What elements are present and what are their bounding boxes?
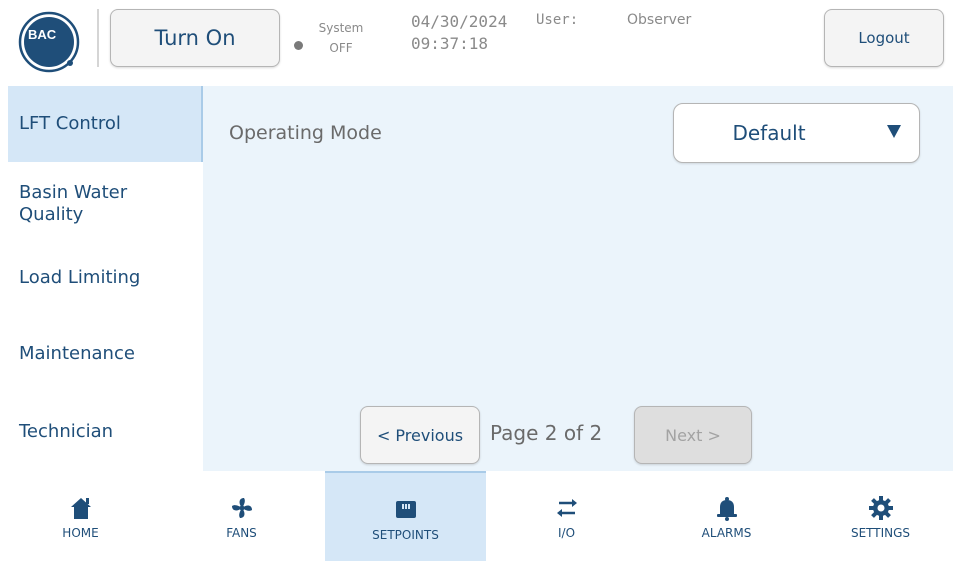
user-label: User: xyxy=(536,12,579,28)
previous-page-button[interactable]: < Previous xyxy=(360,406,480,464)
turn-on-label: Turn On xyxy=(154,26,236,50)
operating-mode-label: Operating Mode xyxy=(229,122,382,144)
next-page-button[interactable]: Next > xyxy=(634,406,752,464)
dropdown-arrow-icon xyxy=(887,125,901,138)
sidebar-item-lft-control[interactable]: LFT Control xyxy=(8,86,203,162)
user-value: Observer xyxy=(627,12,692,28)
logo-text: BAC xyxy=(28,27,57,42)
nav-fans[interactable]: FANS xyxy=(161,471,322,561)
bac-logo: BAC xyxy=(18,11,80,73)
setpoints-icon xyxy=(325,497,486,523)
sidebar-item-basin-water-quality[interactable]: Basin Water Quality xyxy=(8,166,158,242)
gear-icon xyxy=(800,495,953,521)
nav-label: SETTINGS xyxy=(850,526,911,540)
next-label: Next > xyxy=(665,425,721,445)
operating-mode-dropdown[interactable]: Default xyxy=(673,103,920,163)
system-state: OFF xyxy=(329,41,353,55)
setpoints-sidebar: LFT Control Basin Water Quality Load Lim… xyxy=(0,86,203,471)
nav-label: FANS xyxy=(226,526,257,540)
logo-divider xyxy=(97,9,99,67)
nav-home[interactable]: HOME xyxy=(0,471,161,561)
bell-icon xyxy=(646,495,807,521)
top-bar: BAC Turn On System OFF 04/30/2024 09:37:… xyxy=(0,0,953,82)
sidebar-item-label: Basin Water Quality xyxy=(19,182,128,225)
nav-label: HOME xyxy=(62,526,99,540)
system-status-indicator xyxy=(294,41,303,50)
bottom-navigation: HOME FANS SETPOINTS I/O ALARMS SETTINGS xyxy=(0,471,953,561)
sidebar-item-load-limiting[interactable]: Load Limiting xyxy=(8,246,203,310)
nav-io[interactable]: I/O xyxy=(486,471,647,561)
nav-label: SETPOINTS xyxy=(372,528,439,542)
system-label: System xyxy=(318,21,364,35)
page-indicator: Page 2 of 2 xyxy=(490,421,603,445)
previous-label: < Previous xyxy=(376,425,464,445)
nav-alarms[interactable]: ALARMS xyxy=(646,471,807,561)
sidebar-item-label: Technician xyxy=(19,421,114,443)
nav-label: I/O xyxy=(557,526,576,540)
nav-label: ALARMS xyxy=(701,526,752,540)
sidebar-item-maintenance[interactable]: Maintenance xyxy=(8,322,203,386)
sidebar-item-technician[interactable]: Technician xyxy=(8,400,203,464)
sidebar-item-label: Maintenance xyxy=(19,343,135,365)
sidebar-item-label: Load Limiting xyxy=(19,267,141,289)
nav-setpoints[interactable]: SETPOINTS xyxy=(325,471,486,561)
home-icon xyxy=(0,495,161,521)
logout-button[interactable]: Logout xyxy=(824,9,944,67)
setpoints-panel: Operating Mode Default < Previous Page 2… xyxy=(203,86,953,471)
current-date: 04/30/2024 xyxy=(411,12,508,31)
current-time: 09:37:18 xyxy=(411,34,489,53)
sidebar-item-label: LFT Control xyxy=(19,113,121,135)
operating-mode-value: Default xyxy=(732,121,806,145)
turn-on-button[interactable]: Turn On xyxy=(110,9,280,67)
logout-label: Logout xyxy=(858,29,910,47)
nav-settings[interactable]: SETTINGS xyxy=(800,471,953,561)
fan-icon xyxy=(161,495,322,521)
io-arrows-icon xyxy=(486,495,647,521)
